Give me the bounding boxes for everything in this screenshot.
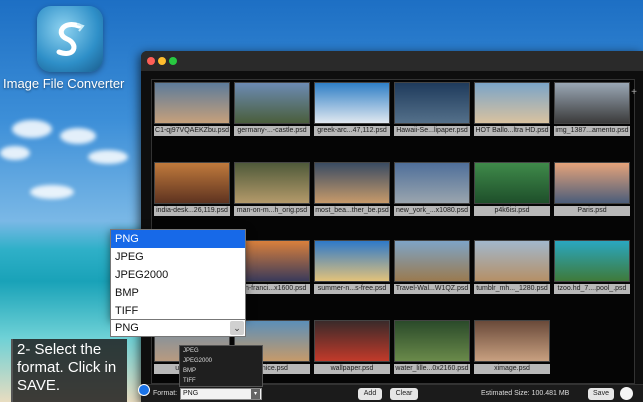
image-tile[interactable]: water_lille...0x2160.psd <box>394 320 470 374</box>
image-filename: most_bea...ther_be.psd <box>314 206 390 216</box>
app-title: Image File Converter <box>3 76 125 91</box>
image-tile[interactable]: img_1387...amento.psd <box>554 82 630 136</box>
image-filename: india-desk...26,119.psd <box>154 206 230 216</box>
image-tile[interactable]: greek-arc...47,112.psd <box>314 82 390 136</box>
add-button[interactable]: Add <box>358 388 382 400</box>
image-thumbnail[interactable] <box>314 320 390 362</box>
image-thumbnail[interactable] <box>474 320 550 362</box>
image-tile[interactable]: Travel-Wal...W1QZ.psd <box>394 240 470 294</box>
image-thumbnail[interactable] <box>554 240 630 282</box>
image-tile[interactable]: tumblr_mh..._1280.psd <box>474 240 550 294</box>
format-option-png[interactable]: PNG <box>111 230 245 248</box>
image-tile[interactable]: tzoo.hd_7....pool_.psd <box>554 240 630 294</box>
image-thumbnail[interactable] <box>554 162 630 204</box>
cloud <box>60 128 96 144</box>
save-button[interactable]: Save <box>588 388 614 400</box>
image-thumbnail[interactable] <box>234 162 310 204</box>
zoom-button[interactable] <box>169 57 177 65</box>
cloud <box>0 146 30 160</box>
image-thumbnail[interactable] <box>394 82 470 124</box>
image-tile[interactable]: Hawaii-Se...lipaper.psd <box>394 82 470 136</box>
radio-button[interactable] <box>138 384 150 396</box>
titlebar <box>141 51 643 71</box>
image-thumbnail[interactable] <box>314 82 390 124</box>
cloud <box>12 120 52 138</box>
format-select-selected: PNG <box>115 322 139 334</box>
image-filename: Travel-Wal...W1QZ.psd <box>394 284 470 294</box>
format-label: Format: <box>153 390 178 397</box>
image-filename: p4k6isi.psd <box>474 206 550 216</box>
image-tile[interactable]: new_york_...x1080.psd <box>394 162 470 216</box>
mini-option[interactable]: JPEG2000 <box>180 356 262 366</box>
image-tile[interactable]: C1-qj97VQAEKZbu.psd <box>154 82 230 136</box>
chevron-down-icon: ▾ <box>251 389 260 399</box>
image-tile[interactable]: india-desk...26,119.psd <box>154 162 230 216</box>
format-option-bmp[interactable]: BMP <box>111 284 245 302</box>
format-select-value: PNG <box>183 390 199 397</box>
mini-option[interactable]: BMP <box>180 366 262 376</box>
image-filename: Paris.psd <box>554 206 630 216</box>
clear-button[interactable]: Clear <box>390 388 418 400</box>
image-filename: img_1387...amento.psd <box>554 126 630 136</box>
image-thumbnail[interactable] <box>154 162 230 204</box>
image-filename: C1-qj97VQAEKZbu.psd <box>154 126 230 136</box>
image-filename: wallpaper.psd <box>314 364 390 374</box>
image-filename: new_york_...x1080.psd <box>394 206 470 216</box>
format-select[interactable]: PNG ⌄ <box>110 319 246 337</box>
image-filename: summer-n...s-free.psd <box>314 284 390 294</box>
image-thumbnail[interactable] <box>554 82 630 124</box>
image-filename: HOT Ballo...ltra HD.psd <box>474 126 550 136</box>
image-filename: ximage.psd <box>474 364 550 374</box>
cloud <box>88 150 128 164</box>
instruction-overlay: 2- Select the format. Click in SAVE. <box>11 339 127 402</box>
image-filename: tzoo.hd_7....pool_.psd <box>554 284 630 294</box>
format-dropdown-small-list: JPEG JPEG2000 BMP TIFF <box>179 345 263 387</box>
image-filename: Hawaii-Se...lipaper.psd <box>394 126 470 136</box>
format-select-small[interactable]: PNG ▾ <box>180 388 262 400</box>
estimated-size: Estimated Size: 100.481 MB <box>481 390 570 397</box>
image-tile[interactable]: man-on-m...h_orig.psd <box>234 162 310 216</box>
image-thumbnail[interactable] <box>394 162 470 204</box>
image-tile[interactable]: Paris.psd <box>554 162 630 216</box>
image-thumbnail[interactable] <box>394 240 470 282</box>
image-tile[interactable]: p4k6isi.psd <box>474 162 550 216</box>
app-icon[interactable] <box>37 6 103 72</box>
minimize-button[interactable] <box>158 57 166 65</box>
cloud <box>30 185 74 199</box>
image-filename: germany-...-castle.psd <box>234 126 310 136</box>
progress-indicator <box>620 387 633 400</box>
image-thumbnail[interactable] <box>154 82 230 124</box>
mini-option[interactable]: TIFF <box>180 376 262 386</box>
image-tile[interactable]: ximage.psd <box>474 320 550 374</box>
format-option-tiff[interactable]: TIFF <box>111 302 245 320</box>
image-filename: tumblr_mh..._1280.psd <box>474 284 550 294</box>
image-thumbnail[interactable] <box>234 82 310 124</box>
add-corner-icon[interactable]: + <box>631 87 637 98</box>
image-tile[interactable]: most_bea...ther_be.psd <box>314 162 390 216</box>
image-tile[interactable]: wallpaper.psd <box>314 320 390 374</box>
image-tile[interactable]: germany-...-castle.psd <box>234 82 310 136</box>
format-dropdown-list: PNG JPEG JPEG2000 BMP TIFF <box>110 229 246 320</box>
format-option-jpeg[interactable]: JPEG <box>111 248 245 266</box>
image-thumbnail[interactable] <box>394 320 470 362</box>
image-tile[interactable]: summer-n...s-free.psd <box>314 240 390 294</box>
image-thumbnail[interactable] <box>314 162 390 204</box>
chevron-updown-icon: ⌄ <box>230 321 244 335</box>
mini-option[interactable]: JPEG <box>180 346 262 356</box>
image-thumbnail[interactable] <box>314 240 390 282</box>
close-button[interactable] <box>147 57 155 65</box>
image-thumbnail[interactable] <box>474 240 550 282</box>
image-tile[interactable]: HOT Ballo...ltra HD.psd <box>474 82 550 136</box>
format-option-jpeg2000[interactable]: JPEG2000 <box>111 266 245 284</box>
swirl-s-icon <box>56 22 85 56</box>
image-filename: water_lille...0x2160.psd <box>394 364 470 374</box>
image-thumbnail[interactable] <box>474 82 550 124</box>
image-thumbnail[interactable] <box>474 162 550 204</box>
image-filename: greek-arc...47,112.psd <box>314 126 390 136</box>
image-filename: man-on-m...h_orig.psd <box>234 206 310 216</box>
